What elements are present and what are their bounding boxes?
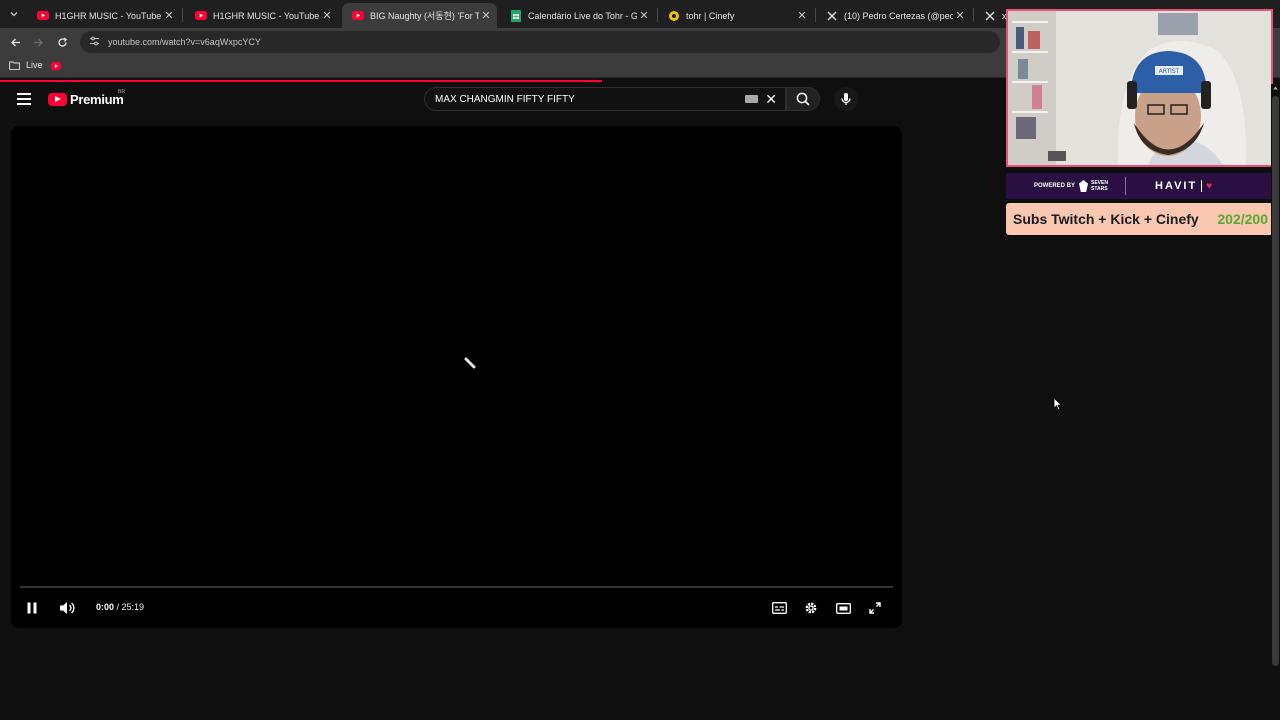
bookmark-live-folder[interactable]: Live: [9, 60, 43, 70]
gear-icon: [805, 602, 817, 614]
loading-spinner-icon: [464, 357, 476, 369]
subs-goal-label: Subs Twitch + Kick + Cinefy: [1013, 211, 1199, 227]
video-progress-bar[interactable]: [20, 586, 893, 588]
tab-title: Calendário Live do Tohr - Goog: [528, 10, 637, 21]
duration: 25:19: [121, 602, 145, 612]
youtube-icon: [37, 10, 49, 22]
forward-button[interactable]: [29, 33, 47, 51]
tab-3-active[interactable]: BIG Naughty (서동현) 'For The ✕: [342, 3, 497, 28]
cap-text: ARTIST: [1159, 68, 1180, 75]
subtitles-icon: [771, 602, 787, 614]
close-tab-icon[interactable]: ✕: [320, 9, 334, 22]
tab-5[interactable]: tohr | Cinefy ✕: [658, 3, 813, 28]
back-button[interactable]: [6, 33, 24, 51]
arrow-right-icon: [33, 38, 43, 46]
microphone-icon: [841, 93, 851, 105]
time-separator: /: [114, 602, 122, 612]
tab-title: (10) Pedro Certezas (@pedroce: [844, 10, 953, 21]
sponsor-two-label: HAVIT: [1155, 180, 1198, 192]
close-tab-icon[interactable]: ✕: [479, 9, 493, 22]
sponsor-one-label: SEVEN STARS: [1091, 180, 1108, 192]
tab-search-button[interactable]: [4, 4, 24, 24]
page-scrollbar[interactable]: [1271, 84, 1280, 720]
tab-title: tohr | Cinefy: [686, 10, 735, 21]
pause-icon: [27, 602, 37, 614]
bookmark-label: Live: [26, 60, 43, 70]
theater-icon: [835, 602, 851, 614]
tab-4[interactable]: Calendário Live do Tohr - Goog ✕: [500, 3, 655, 28]
fullscreen-icon: [869, 602, 881, 614]
subs-goal-widget: Subs Twitch + Kick + Cinefy 202/200: [1006, 203, 1273, 235]
theater-mode-button[interactable]: [834, 598, 852, 618]
settings-button[interactable]: [802, 598, 820, 618]
x-icon: [826, 10, 838, 22]
sponsor-banner: POWERED BY SEVEN STARS HAVIT ♥: [1006, 173, 1273, 199]
bookmark-youtube[interactable]: [51, 62, 61, 70]
brand-label: Premium: [70, 92, 124, 107]
tab-2[interactable]: H1GHR MUSIC - YouTube ✕: [185, 3, 338, 28]
search-query: MAX CHANGMIN FIFTY FIFTY: [435, 93, 575, 105]
seven-stars-logo-icon: [1079, 180, 1089, 192]
reload-button[interactable]: [53, 33, 71, 51]
tab-title: H1GHR MUSIC - YouTube: [55, 10, 162, 21]
current-time: 0:00: [96, 602, 115, 612]
scroll-up-icon[interactable]: [1271, 84, 1280, 92]
search-icon: [796, 92, 810, 106]
x-icon: [984, 10, 996, 22]
volume-icon: [60, 602, 75, 614]
sponsor-divider: [1125, 177, 1127, 195]
reload-icon: [57, 37, 67, 47]
subs-goal-count: 202/200: [1217, 211, 1268, 227]
sheets-icon: [510, 9, 522, 22]
youtube-icon: [195, 10, 207, 22]
youtube-icon: [352, 10, 364, 22]
tab-1[interactable]: H1GHR MUSIC - YouTube ✕: [27, 3, 180, 28]
tab-title: BIG Naughty (서동현) 'For The: [370, 11, 479, 21]
tab-title: H1GHR MUSIC - YouTube: [213, 10, 320, 21]
webcam-feed-image: ARTIST: [1008, 11, 1271, 165]
youtube-premium-logo[interactable]: Premium: [48, 92, 124, 107]
close-tab-icon[interactable]: ✕: [795, 9, 809, 22]
heart-icon: ♥: [1206, 180, 1213, 192]
close-tab-icon[interactable]: ✕: [637, 9, 651, 22]
region-label: BR: [118, 89, 125, 95]
tab-6[interactable]: (10) Pedro Certezas (@pedroce ✕: [816, 3, 971, 28]
chevron-down-icon: [10, 12, 18, 17]
folder-icon: [9, 61, 20, 70]
arrow-left-icon: [10, 38, 20, 46]
youtube-icon: [51, 62, 61, 70]
cinefy-icon: [668, 10, 680, 22]
webcam-overlay: ARTIST: [1006, 9, 1273, 167]
time-display: 0:00 / 25:19: [96, 602, 144, 612]
close-tab-icon[interactable]: ✕: [162, 9, 176, 22]
video-player[interactable]: 0:00 / 25:19: [11, 126, 902, 628]
voice-search-button[interactable]: [834, 87, 858, 111]
scrollbar-thumb[interactable]: [1272, 96, 1279, 666]
address-bar[interactable]: youtube.com/watch?v=v6aqWxpcYCY: [80, 31, 1000, 53]
clear-search-icon[interactable]: ✕: [765, 91, 777, 108]
powered-by-label: POWERED BY: [1034, 183, 1076, 189]
close-tab-icon[interactable]: ✕: [953, 9, 967, 22]
mute-button[interactable]: [58, 598, 76, 618]
menu-icon[interactable]: [17, 93, 31, 105]
site-info-icon[interactable]: [86, 36, 102, 48]
search-button[interactable]: [786, 87, 820, 111]
fullscreen-button[interactable]: [866, 598, 884, 618]
youtube-icon: [48, 93, 67, 106]
mouse-cursor-icon: [1053, 397, 1063, 411]
search-input[interactable]: MAX CHANGMIN FIFTY FIFTY ✕: [424, 87, 786, 111]
pause-button[interactable]: [25, 598, 39, 618]
url-text: youtube.com/watch?v=v6aqWxpcYCY: [108, 37, 261, 47]
keyboard-icon[interactable]: [745, 95, 759, 103]
subtitles-button[interactable]: [770, 598, 788, 618]
